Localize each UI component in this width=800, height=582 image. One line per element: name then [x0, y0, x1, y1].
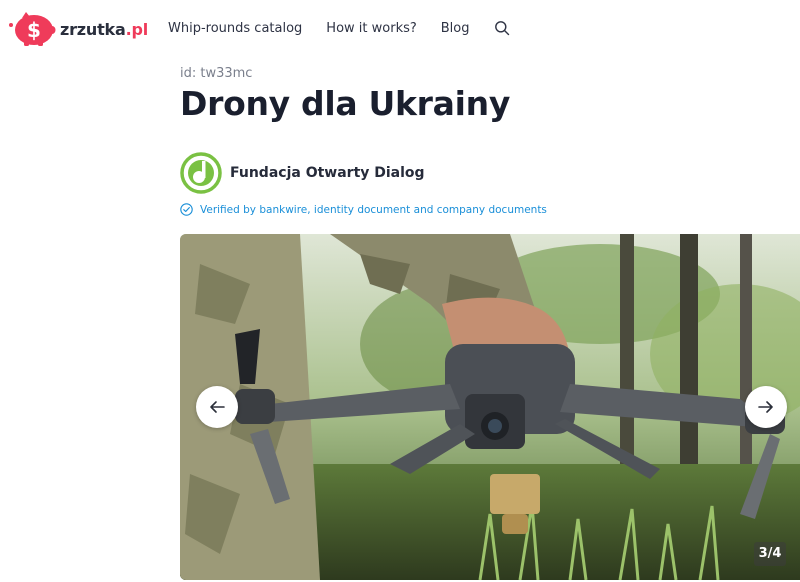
gallery-counter: 3/4 [754, 542, 786, 566]
organizer[interactable]: Fundacja Otwarty Dialog [180, 152, 425, 194]
page-title: Drony dla Ukrainy [180, 84, 511, 123]
arrow-right-icon [758, 401, 773, 413]
logo-brand: zrzutka [60, 19, 126, 39]
verification-text: Verified by bankwire, identity document … [200, 203, 547, 216]
check-circle-icon [180, 203, 193, 216]
site-logo[interactable]: $ zrzutka.pl [8, 10, 148, 48]
logo-tld: .pl [125, 19, 149, 39]
piggy-bank-logo-icon: $ [9, 12, 56, 46]
nav-how-it-works[interactable]: How it works? [326, 21, 416, 36]
svg-text:$: $ [27, 18, 41, 42]
photo-gallery: 3/4 [180, 234, 800, 580]
search-icon[interactable] [494, 20, 510, 36]
nav-whip-rounds-catalog[interactable]: Whip-rounds catalog [168, 21, 302, 36]
campaign-id: id: tw33mc [180, 66, 253, 81]
verification-notice: Verified by bankwire, identity document … [180, 203, 547, 216]
organizer-name[interactable]: Fundacja Otwarty Dialog [230, 165, 425, 181]
nav-blog[interactable]: Blog [441, 21, 470, 36]
organizer-logo-icon [180, 152, 222, 194]
gallery-photo-drone [180, 234, 800, 580]
site-header: $ zrzutka.pl Whip-rounds catalog How it … [0, 0, 800, 58]
gallery-prev-button[interactable] [196, 386, 238, 428]
gallery-next-button[interactable] [745, 386, 787, 428]
main-nav: Whip-rounds catalog How it works? Blog [168, 20, 510, 36]
arrow-left-icon [210, 401, 225, 413]
logo-wordmark: zrzutka.pl [60, 20, 148, 39]
